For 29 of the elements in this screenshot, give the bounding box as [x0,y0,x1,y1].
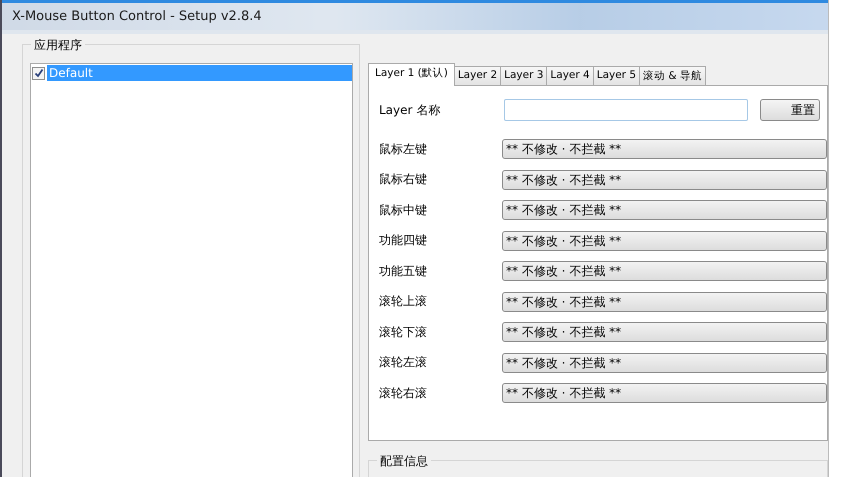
action-dropdown[interactable]: ** 不修改 · 不拦截 ** [502,170,827,190]
reset-button[interactable]: 重置 [760,99,820,121]
action-dropdown[interactable]: ** 不修改 · 不拦截 ** [502,322,827,342]
tab[interactable]: Layer 1 (默认) [368,63,455,86]
action-dropdown[interactable]: ** 不修改 · 不拦截 ** [502,230,827,251]
field-label: 滚轮下滚 [379,324,428,341]
field-label: 滚轮上滚 [379,293,428,310]
field-label: 鼠标左键 [379,140,428,158]
action-dropdown[interactable]: ** 不修改 · 不拦截 ** [502,292,827,312]
field-label: Layer 名称 [379,102,442,118]
action-dropdown[interactable]: ** 不修改 · 不拦截 ** [502,352,827,373]
field-label: 鼠标右键 [379,171,428,188]
group-title: 配置信息 [377,453,431,470]
checkbox[interactable] [32,66,45,80]
action-dropdown[interactable]: ** 不修改 · 不拦截 ** [502,261,827,282]
tab[interactable]: Layer 5 [592,66,640,86]
window-title: X-Mouse Button Control - Setup v2.8.4 [12,9,262,24]
field-label: 滚轮左滚 [379,354,428,372]
action-dropdown[interactable]: ** 不修改 · 不拦截 ** [502,200,827,220]
action-dropdown[interactable]: ** 不修改 · 不拦截 ** [502,383,827,404]
tab[interactable]: Layer 4 [546,66,594,86]
field-label: 滚轮右滚 [379,384,428,402]
field-label: 鼠标中键 [379,202,428,219]
tab[interactable]: 滚动 & 导航 [639,66,706,86]
tab[interactable]: Layer 3 [500,66,548,86]
action-dropdown[interactable]: ** 不修改 · 不拦截 ** [502,139,827,160]
field-label: 功能五键 [379,262,428,280]
layer-name-field[interactable] [504,99,748,121]
field-label: 功能四键 [379,232,428,250]
